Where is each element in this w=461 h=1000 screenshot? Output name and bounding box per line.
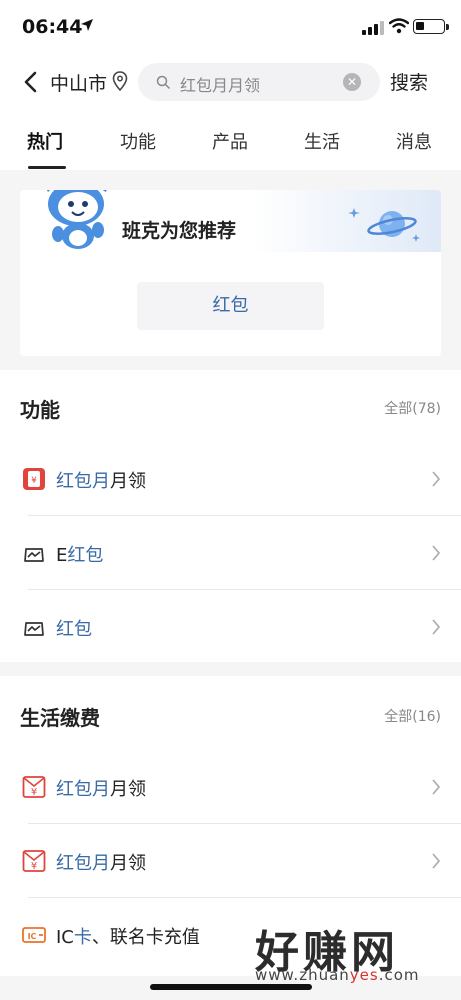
row-label: E红包 [56,545,104,566]
tab-products[interactable]: 产品 [212,128,248,154]
wifi-icon [389,18,409,34]
ic-card-icon: IC [22,927,46,943]
chevron-right-icon [432,779,441,795]
status-bar: 06:44 [0,0,461,56]
clear-icon[interactable]: ✕ [343,73,361,91]
search-button[interactable]: 搜索 [390,68,428,95]
features-view-all[interactable]: 全部(78) [384,398,441,418]
battery-icon [413,19,445,34]
list-item[interactable]: ¥ 红包月月领 [0,750,461,824]
watermark: 好赚网 www.zhuanyes.com [255,916,455,988]
svg-text:¥: ¥ [31,476,37,486]
row-label: IC卡、联名卡充值 [56,927,200,948]
row-label: 红包月月领 [56,779,146,800]
home-indicator[interactable] [150,984,312,990]
red-envelope-icon: ¥ [23,468,45,490]
list-item[interactable]: ¥ 红包月月领 [0,442,461,516]
city-selector[interactable]: 中山市 [50,69,107,96]
yuan-envelope-icon: ¥ [22,850,46,872]
tab-features[interactable]: 功能 [120,128,156,154]
category-tabs: 热门 功能 产品 生活 消息 [0,108,461,170]
location-pin-icon[interactable] [112,71,128,91]
features-section: 功能 全部(78) ¥ 红包月月领 E红包 红包 [0,370,461,662]
tab-hot[interactable]: 热门 [27,128,63,154]
life-payment-view-all[interactable]: 全部(16) [384,706,441,726]
svg-text:IC: IC [28,932,37,941]
row-label: 红包月月领 [56,853,146,874]
row-label: 红包月月领 [56,471,146,492]
tab-messages[interactable]: 消息 [396,128,432,154]
battery-tip [446,24,449,30]
chevron-right-icon [432,853,441,869]
search-icon [156,75,170,89]
list-item[interactable]: 红包 [0,590,461,664]
list-item[interactable]: ¥ 红包月月领 [0,824,461,898]
watermark-domain: www.zhuanyes.com [255,966,420,984]
svg-text:¥: ¥ [31,861,37,872]
back-arrow-icon[interactable] [22,70,40,94]
list-item[interactable]: E红包 [0,516,461,590]
recommend-title: 班克为您推荐 [122,220,237,242]
tray-chart-icon [24,622,44,636]
search-header: 中山市 红包月月领 ✕ 搜索 [0,56,461,108]
planet-icon [348,208,420,242]
tab-life[interactable]: 生活 [304,128,340,154]
mascot-icon [47,190,107,249]
features-title: 功能 [20,398,60,422]
search-query: 红包月月领 [180,76,261,95]
yuan-envelope-icon: ¥ [22,776,46,798]
row-label: 红包 [56,619,92,640]
location-arrow-icon [81,19,93,31]
search-input[interactable]: 红包月月领 ✕ [138,63,380,101]
life-payment-title: 生活缴费 [20,706,100,730]
svg-text:¥: ¥ [31,787,37,798]
active-tab-indicator [28,166,66,169]
chevron-right-icon [432,619,441,635]
redpacket-chip[interactable]: 红包 [137,282,324,330]
recommend-card: 班克为您推荐 红包 [20,190,441,356]
chevron-right-icon [432,471,441,487]
status-time: 06:44 [22,16,83,38]
cellular-signal-icon [362,21,384,35]
chevron-right-icon [432,545,441,561]
tray-chart-icon [24,548,44,562]
